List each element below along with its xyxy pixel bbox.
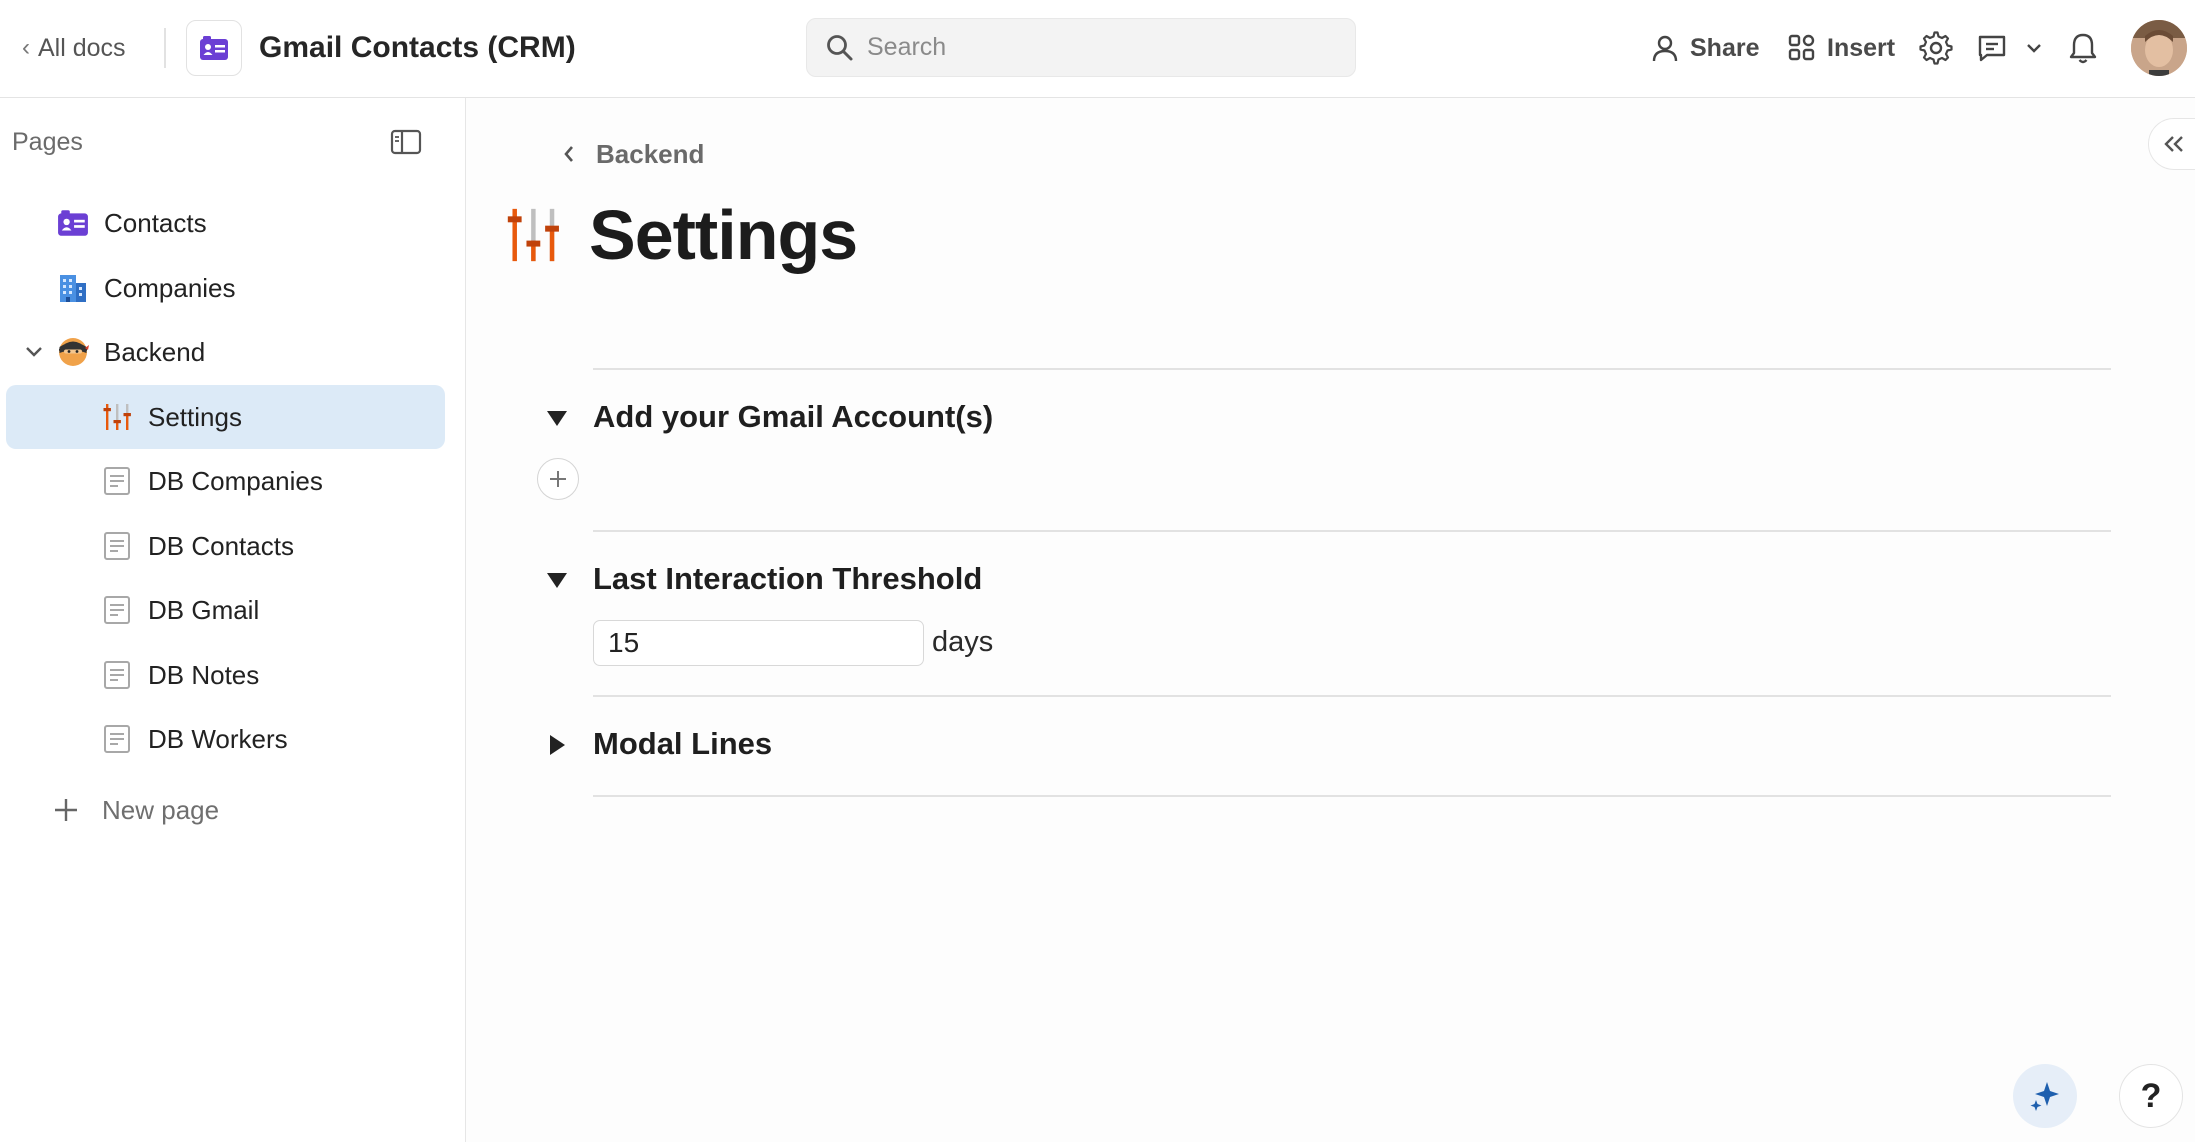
sidebar-item-db-notes[interactable]: DB Notes (6, 643, 445, 707)
section-title-gmail-accounts: Add your Gmail Account(s) (593, 399, 994, 434)
section-toggle-modal-lines[interactable] (543, 731, 571, 759)
threshold-unit-label: days (932, 626, 994, 658)
doc-title: Gmail Contacts (CRM) (259, 31, 576, 64)
page-icon (100, 464, 134, 498)
user-avatar-image (2131, 20, 2187, 76)
sliders-icon (507, 208, 559, 262)
page-icon (100, 529, 134, 563)
new-page-button[interactable]: New page (52, 790, 219, 830)
sliders-icon (100, 400, 134, 434)
comments-dropdown[interactable] (2015, 27, 2053, 69)
page-title: Settings (589, 196, 858, 274)
section-toggle-last-interaction[interactable] (543, 566, 571, 594)
all-docs-label: All docs (38, 33, 126, 62)
chevron-left-icon (564, 146, 573, 162)
share-button[interactable]: Share (1650, 26, 1759, 70)
bell-icon (2069, 33, 2097, 64)
sparkle-icon (2030, 1082, 2059, 1111)
section-title-modal-lines: Modal Lines (593, 726, 773, 761)
threshold-days-input[interactable] (593, 620, 924, 666)
page-icon (100, 593, 134, 627)
page-icon (100, 722, 134, 756)
page-icon (100, 658, 134, 692)
search-box[interactable] (806, 18, 1356, 77)
share-label: Share (1690, 33, 1760, 62)
plus-icon (55, 799, 77, 821)
sidebar-item-companies[interactable]: Companies (6, 256, 445, 320)
breadcrumb[interactable]: Backend (562, 136, 704, 172)
triangle-down-icon (547, 411, 567, 426)
divider (593, 368, 2111, 370)
sidebar-item-db-gmail[interactable]: DB Gmail (6, 578, 445, 642)
add-gmail-account-button[interactable] (537, 458, 579, 500)
divider (593, 530, 2111, 532)
sidebar-item-label: DB Workers (148, 723, 288, 754)
collapse-panel-button[interactable] (2148, 118, 2195, 170)
sidebar-toggle-icon[interactable] (390, 128, 424, 156)
section-toggle-gmail-accounts[interactable] (543, 404, 571, 432)
page-header: Settings (505, 190, 858, 280)
building-icon (56, 271, 90, 305)
sidebar-item-db-workers[interactable]: DB Workers (6, 707, 445, 771)
divider (593, 795, 2111, 797)
comment-icon (1978, 35, 2006, 62)
avatar[interactable] (2131, 20, 2187, 76)
pages-heading: Pages (12, 128, 83, 156)
ninja-icon (56, 335, 90, 369)
divider (593, 695, 2111, 697)
breadcrumb-label: Backend (596, 138, 705, 169)
doc-icon[interactable] (186, 20, 242, 76)
header-divider (164, 28, 166, 68)
comments-button[interactable] (1971, 27, 2013, 69)
ai-assistant-button[interactable] (2013, 1064, 2077, 1128)
chevron-down-icon (2027, 44, 2041, 53)
sidebar-item-db-companies[interactable]: DB Companies (6, 449, 445, 513)
top-bar: ‹ All docs Gmail Contacts (CRM) Share (0, 0, 2195, 98)
help-button[interactable]: ? (2119, 1064, 2183, 1128)
sidebar-item-label: DB Companies (148, 465, 323, 496)
sidebar-item-settings[interactable]: Settings (6, 385, 445, 449)
grid-plus-icon (1788, 34, 1815, 61)
user-icon (1652, 35, 1678, 62)
contacts-card-icon (200, 36, 228, 60)
all-docs-link[interactable]: ‹ All docs (22, 28, 126, 68)
sidebar: Pages Contacts Companies Backend Setting… (0, 98, 466, 1142)
gear-icon (1919, 31, 1953, 65)
search-icon (827, 34, 853, 60)
notifications-button[interactable] (2062, 27, 2104, 69)
triangle-right-icon (550, 735, 565, 755)
contacts-card-icon (56, 206, 90, 240)
insert-button[interactable]: Insert (1787, 26, 1895, 70)
sidebar-item-label: Settings (148, 401, 242, 432)
double-chevron-left-icon (2164, 136, 2183, 152)
sidebar-item-label: DB Contacts (148, 530, 294, 561)
sidebar-item-label: DB Gmail (148, 594, 260, 625)
insert-label: Insert (1827, 33, 1896, 62)
sidebar-item-label: Companies (104, 272, 236, 303)
sidebar-item-contacts[interactable]: Contacts (6, 191, 445, 255)
chevron-down-icon[interactable] (22, 340, 46, 364)
triangle-down-icon (547, 573, 567, 588)
search-input[interactable] (867, 33, 1337, 62)
sidebar-item-db-contacts[interactable]: DB Contacts (6, 514, 445, 578)
section-title-last-interaction: Last Interaction Threshold (593, 561, 983, 596)
sidebar-item-label: Contacts (104, 207, 207, 238)
plus-icon (550, 471, 566, 487)
sidebar-item-label: DB Notes (148, 659, 260, 690)
new-page-label: New page (102, 794, 220, 825)
sidebar-item-label: Backend (104, 336, 206, 367)
settings-button[interactable] (1915, 27, 1957, 69)
chevron-left-icon: ‹ (22, 34, 30, 61)
sidebar-item-backend[interactable]: Backend (6, 320, 445, 384)
